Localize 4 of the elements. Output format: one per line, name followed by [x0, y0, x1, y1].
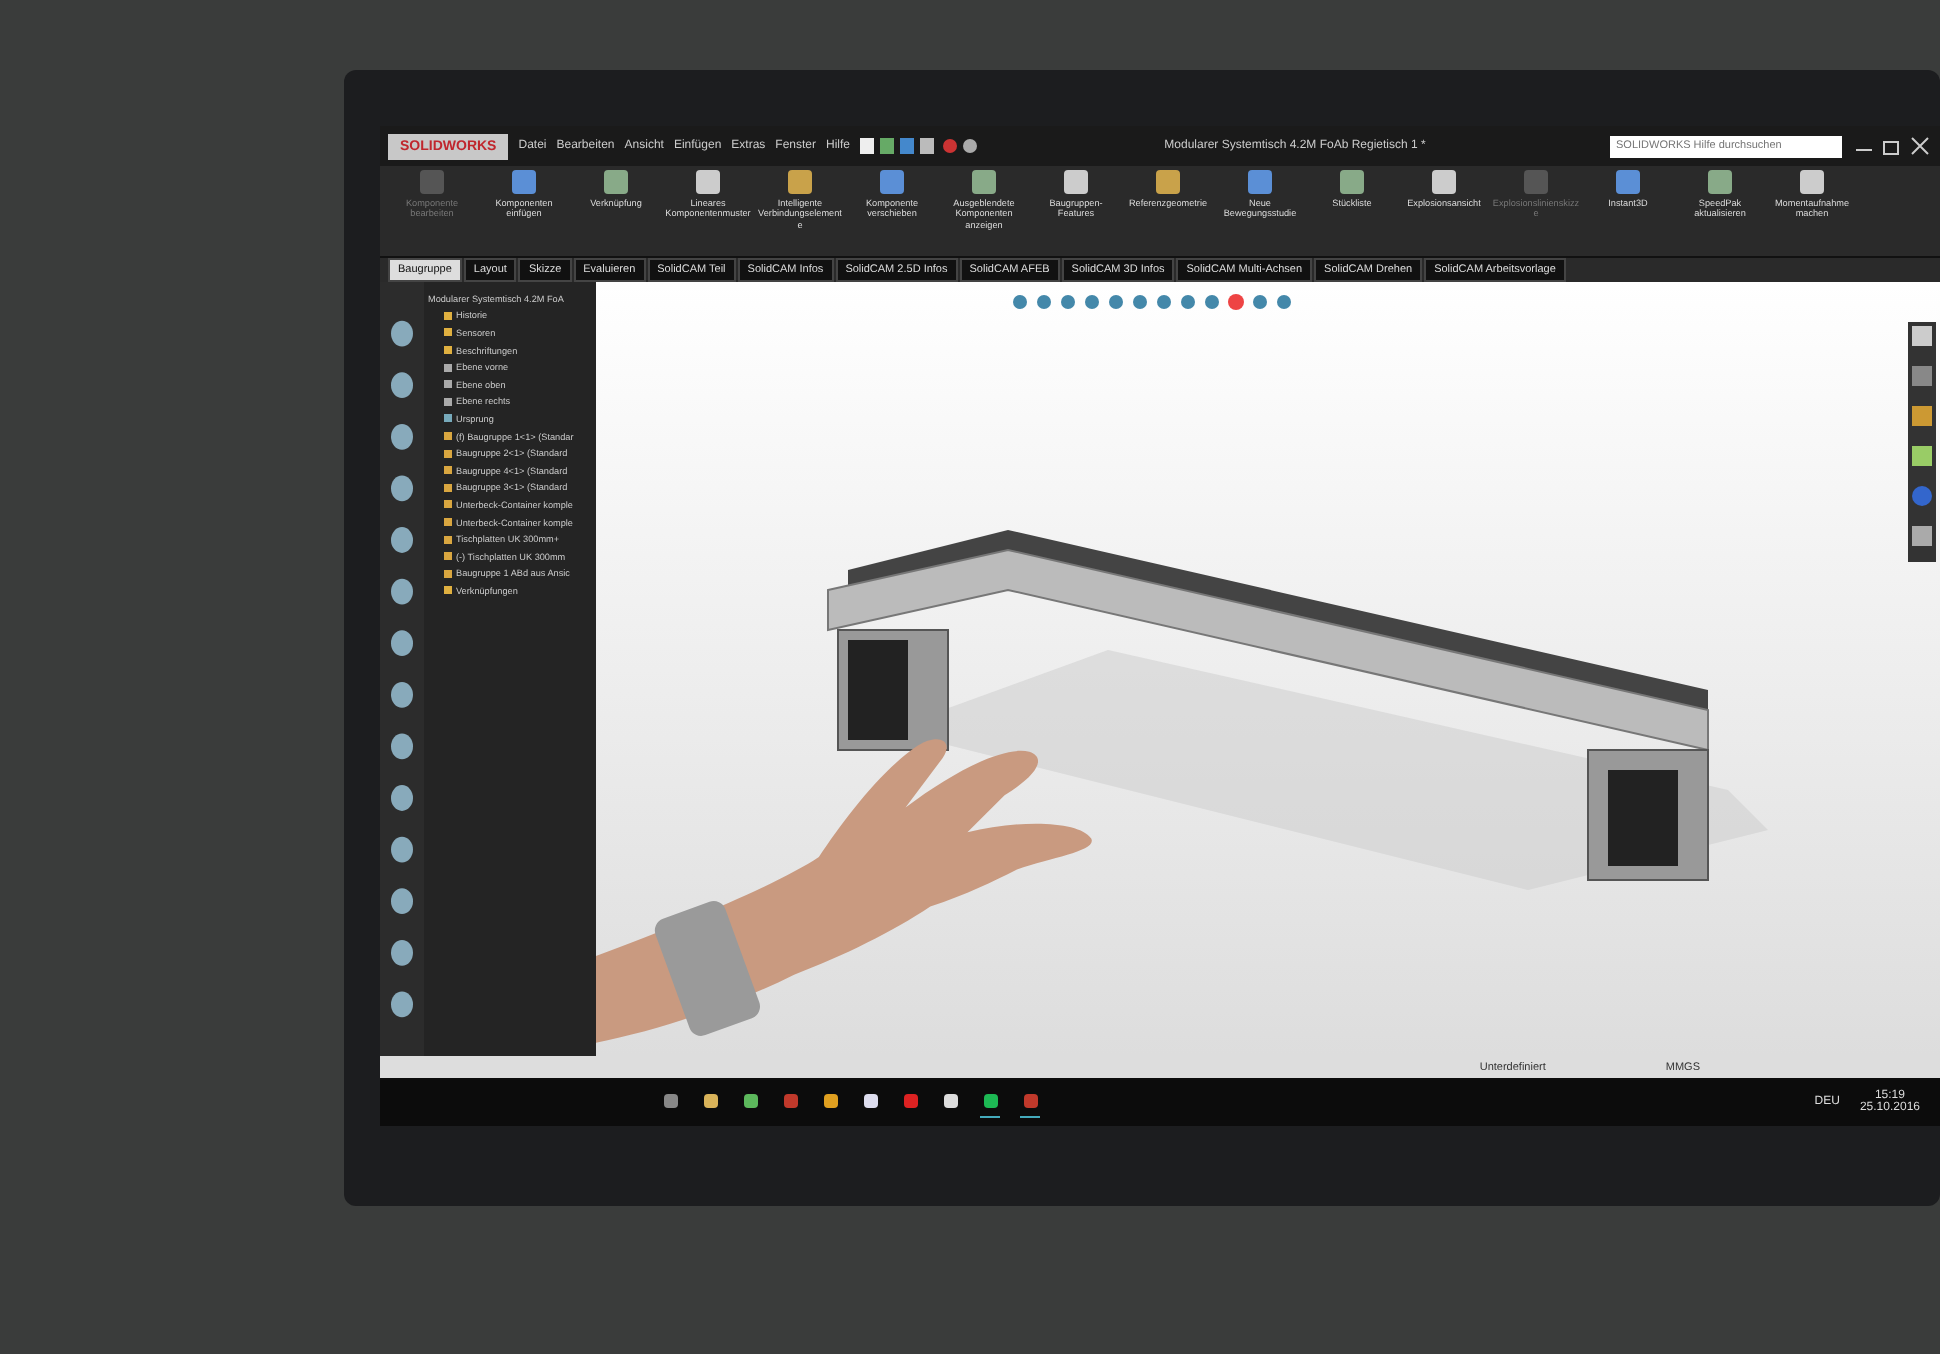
task-pane-icons[interactable] [1908, 322, 1936, 562]
window-controls-icon[interactable] [1852, 136, 1932, 156]
quick-access-icons[interactable] [860, 136, 981, 156]
toolbar-icons[interactable] [380, 282, 424, 1056]
